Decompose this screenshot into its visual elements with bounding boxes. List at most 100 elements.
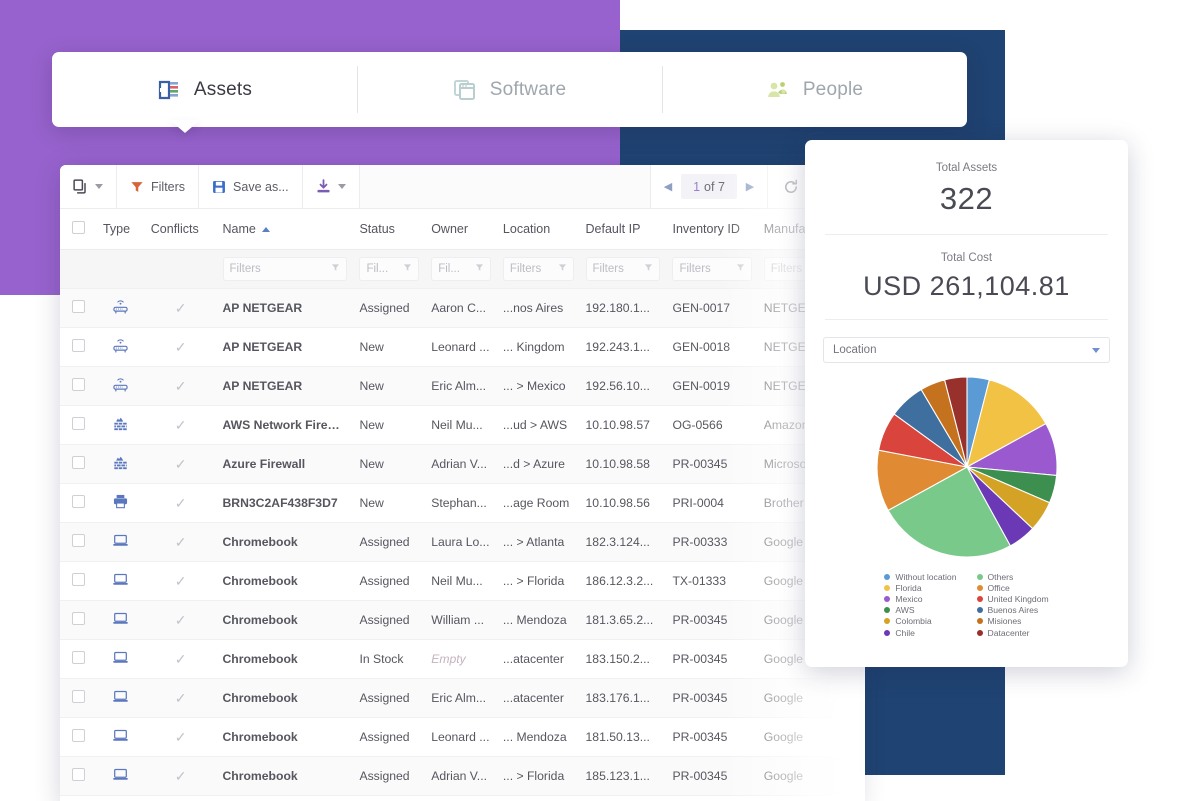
export-button[interactable] bbox=[302, 165, 360, 208]
cell-name[interactable]: Chromebook bbox=[216, 522, 354, 562]
row-checkbox[interactable] bbox=[60, 288, 97, 328]
row-checkbox[interactable] bbox=[60, 639, 97, 679]
legend-item[interactable]: United Kingdom bbox=[976, 593, 1049, 604]
legend-item[interactable]: AWS bbox=[884, 605, 956, 616]
checkbox[interactable] bbox=[71, 651, 85, 664]
column-header-type[interactable]: Type bbox=[96, 209, 145, 250]
table-row[interactable]: ✓ Chromebook Assigned Laura Lo...... > Atla… bbox=[60, 522, 860, 562]
cell-name[interactable]: Chromebook bbox=[216, 756, 354, 796]
table-row[interactable]: ✓ AWS Network Firewall New Neil Mu... ...ud … bbox=[60, 405, 860, 445]
pagination: ◀ 1 of 7 ▶ bbox=[651, 165, 768, 208]
cell-name[interactable]: AP NETGEAR bbox=[216, 327, 354, 367]
select-all-checkbox[interactable] bbox=[60, 209, 97, 250]
checkbox[interactable] bbox=[71, 456, 85, 469]
page-indicator[interactable]: 1 of 7 bbox=[681, 174, 737, 199]
checkbox[interactable] bbox=[71, 417, 85, 430]
table-row[interactable]: ✓ AP NETGEAR Assigned Aaron C... ...nos Aire… bbox=[60, 288, 860, 328]
table-row[interactable]: ✓ Chromebook In Stock Empty ...atacenter 183.… bbox=[60, 639, 860, 679]
row-checkbox[interactable] bbox=[60, 756, 97, 796]
row-checkbox[interactable] bbox=[60, 600, 97, 640]
filter-input-owner[interactable]: Fil... bbox=[425, 249, 497, 289]
legend-item[interactable]: Buenos Aires bbox=[976, 605, 1049, 616]
total-assets-label: Total Assets bbox=[935, 162, 998, 174]
legend-item[interactable]: Mexico bbox=[884, 593, 956, 604]
row-checkbox[interactable] bbox=[60, 327, 97, 367]
checkbox[interactable] bbox=[71, 573, 85, 586]
views-button[interactable] bbox=[60, 165, 117, 208]
checkbox[interactable] bbox=[71, 690, 85, 703]
table-row[interactable]: ✓ AP NETGEAR New Leonard ...... Kingdom 192.… bbox=[60, 327, 860, 367]
cell-name[interactable]: Chromebook bbox=[216, 717, 354, 757]
filter-input-inventory_id[interactable]: Filters bbox=[666, 249, 758, 289]
legend-item[interactable]: Chile bbox=[884, 627, 956, 638]
column-header-location[interactable]: Location bbox=[496, 209, 580, 250]
column-header-status[interactable]: Status bbox=[353, 209, 426, 250]
checkbox[interactable] bbox=[71, 378, 85, 391]
table-row[interactable]: ✓ AP NETGEAR New Eric Alm...... > Mexico 192… bbox=[60, 366, 860, 406]
cell-owner: Leonard ... bbox=[425, 327, 497, 367]
cell-name[interactable]: Chromebook bbox=[216, 600, 354, 640]
checkbox[interactable] bbox=[71, 339, 85, 352]
cell-name[interactable]: AP NETGEAR bbox=[216, 288, 354, 328]
cell-status: New bbox=[353, 327, 426, 367]
table-row[interactable]: ✓ Azure Firewall New Adrian V... ...d > Azur… bbox=[60, 444, 860, 484]
legend-item[interactable]: Without location bbox=[884, 571, 957, 582]
filter-input-name[interactable]: Filters bbox=[216, 249, 354, 289]
checkbox[interactable] bbox=[71, 768, 85, 781]
row-checkbox[interactable] bbox=[60, 366, 97, 406]
save-as-button[interactable]: Save as... bbox=[199, 165, 303, 208]
tab-people[interactable]: People bbox=[662, 52, 967, 127]
row-checkbox[interactable] bbox=[60, 561, 97, 601]
row-checkbox[interactable] bbox=[60, 483, 97, 523]
row-checkbox[interactable] bbox=[60, 405, 97, 445]
legend-item[interactable]: Others bbox=[976, 571, 1049, 582]
table-row[interactable]: ✓ Chromebook Assigned Leonard ...... Mendoz… bbox=[60, 717, 860, 757]
laptop-icon bbox=[112, 534, 129, 552]
filters-button[interactable]: Filters bbox=[117, 165, 200, 208]
checkbox[interactable] bbox=[71, 729, 85, 742]
table-row[interactable]: ✓ Chromebook Assigned Adrian V...... > Flor… bbox=[60, 756, 860, 796]
filter-input-status[interactable]: Fil... bbox=[353, 249, 426, 289]
page-total: of 7 bbox=[704, 179, 725, 194]
table-row[interactable]: ✓ Chromebook Assigned Neil Mu...... > Flori… bbox=[60, 561, 860, 601]
cell-name[interactable]: Azure Firewall bbox=[216, 444, 354, 484]
cell-name[interactable]: Chromebook bbox=[216, 678, 354, 718]
chevron-left-icon[interactable]: ◀ bbox=[657, 175, 679, 199]
column-header-owner[interactable]: Owner bbox=[425, 209, 497, 250]
table-row[interactable]: ✓ BRN3C2AF438F3D7 New Stephan... ...age Room… bbox=[60, 483, 860, 523]
checkbox[interactable] bbox=[71, 221, 85, 234]
tab-software[interactable]: Software bbox=[357, 52, 662, 127]
legend-color-swatch bbox=[976, 607, 983, 614]
table-row[interactable]: ✓ Chromebook Assigned Eric Alm... ...atacent… bbox=[60, 678, 860, 718]
group-by-select[interactable]: Location bbox=[823, 337, 1110, 363]
legend-item[interactable]: Datacenter bbox=[976, 627, 1049, 638]
legend-item[interactable]: Florida bbox=[884, 582, 956, 593]
table-row[interactable]: ✓ Chromebook Assigned William ...... Mendoz… bbox=[60, 600, 860, 640]
legend-item[interactable]: Colombia bbox=[884, 616, 956, 627]
filter-input-location[interactable]: Filters bbox=[496, 249, 580, 289]
cell-owner: Laura Lo... bbox=[425, 522, 497, 562]
legend-item[interactable]: Misiones bbox=[976, 616, 1049, 627]
cell-name[interactable]: BRN3C2AF438F3D7 bbox=[216, 483, 354, 523]
cell-name[interactable]: Chromebook bbox=[216, 639, 354, 679]
chevron-right-icon[interactable]: ▶ bbox=[739, 175, 761, 199]
checkbox[interactable] bbox=[71, 534, 85, 547]
row-checkbox[interactable] bbox=[60, 522, 97, 562]
checkbox[interactable] bbox=[71, 300, 85, 313]
legend-item[interactable]: Office bbox=[976, 582, 1049, 593]
cell-name[interactable]: AP NETGEAR bbox=[216, 366, 354, 406]
column-header-default_ip[interactable]: Default IP bbox=[579, 209, 667, 250]
column-header-inventory_id[interactable]: Inventory ID bbox=[666, 209, 758, 250]
checkbox[interactable] bbox=[71, 612, 85, 625]
column-header-name[interactable]: Name bbox=[216, 209, 354, 250]
cell-name[interactable]: Chromebook bbox=[216, 561, 354, 601]
cell-name[interactable]: AWS Network Firewall bbox=[216, 405, 354, 445]
tab-assets[interactable]: Assets bbox=[52, 52, 357, 127]
checkbox[interactable] bbox=[71, 495, 85, 508]
column-header-conflicts[interactable]: Conflicts bbox=[144, 209, 217, 250]
row-checkbox[interactable] bbox=[60, 717, 97, 757]
cell-status: Assigned bbox=[353, 600, 426, 640]
row-checkbox[interactable] bbox=[60, 678, 97, 718]
filter-input-default_ip[interactable]: Filters bbox=[579, 249, 667, 289]
row-checkbox[interactable] bbox=[60, 444, 97, 484]
